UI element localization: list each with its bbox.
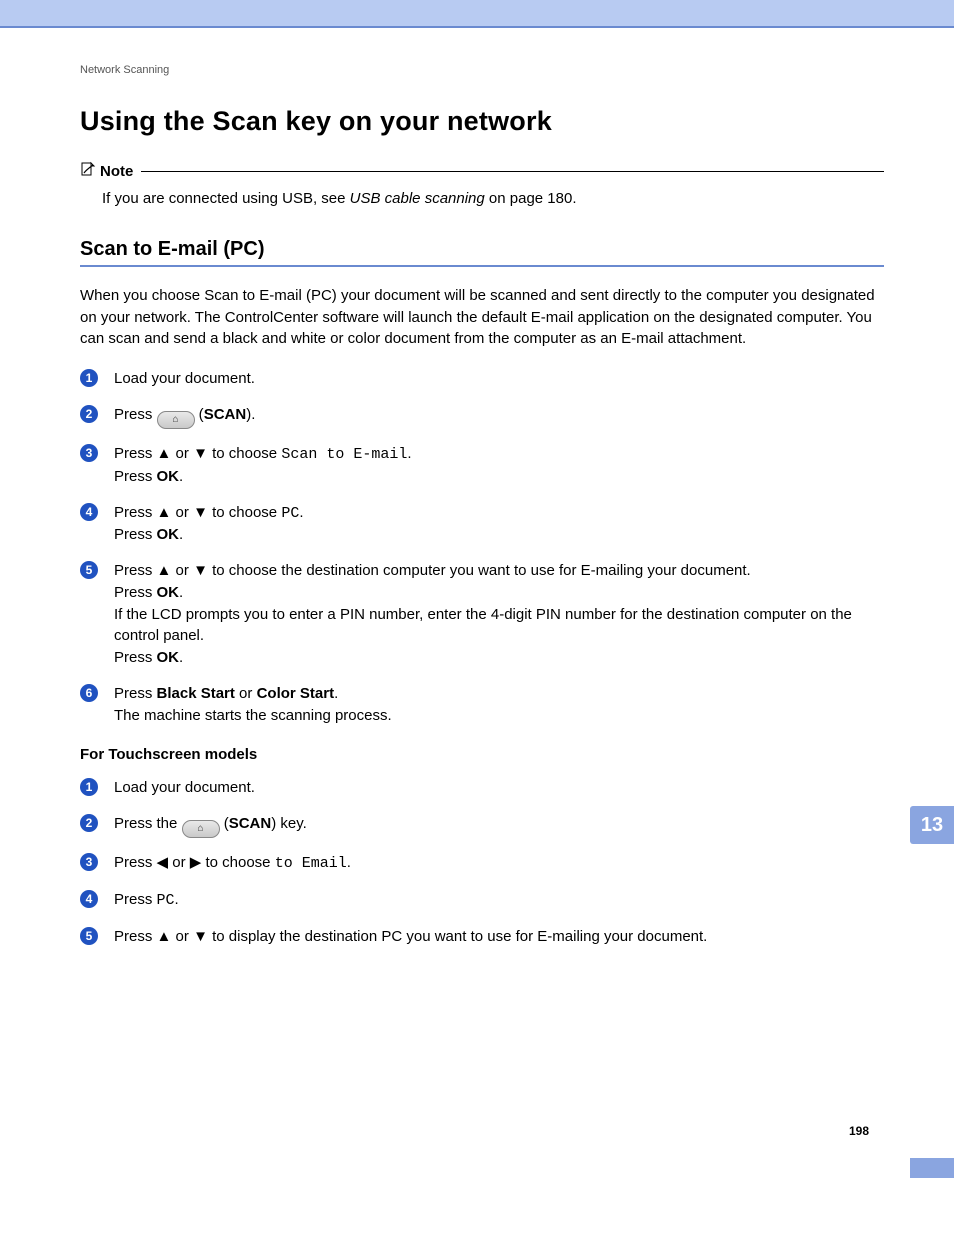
step-3-b: to choose xyxy=(208,445,281,462)
step-3-a: Press xyxy=(114,445,157,462)
tstep-3-c: . xyxy=(347,854,351,871)
step-3-l2b: . xyxy=(179,468,183,485)
tstep-3-or: or xyxy=(168,854,190,871)
step-1-text: Load your document. xyxy=(114,370,255,387)
step-5-ok: OK xyxy=(157,584,180,601)
step-5-or: or xyxy=(171,562,193,579)
step-1: Load your document. xyxy=(80,368,884,390)
step-4-c: . xyxy=(299,504,303,521)
tstep-1: Load your document. xyxy=(80,777,884,799)
step-2-b: ( xyxy=(195,406,204,423)
note-label: Note xyxy=(100,163,133,180)
step-3-or: or xyxy=(171,445,193,462)
left-arrow-icon: ◀ xyxy=(157,854,169,871)
down-arrow-icon: ▼ xyxy=(193,562,208,579)
up-arrow-icon: ▲ xyxy=(157,562,172,579)
up-arrow-icon: ▲ xyxy=(157,504,172,521)
step-6-color: Color Start xyxy=(257,685,335,702)
section-title: Scan to E-mail (PC) xyxy=(80,238,884,261)
step-4-mono: PC xyxy=(281,505,299,522)
tstep-2-a: Press the xyxy=(114,815,182,832)
tstep-3-mono: to Email xyxy=(275,855,347,872)
page-content: Network Scanning Using the Scan key on y… xyxy=(0,28,954,1178)
section-rule xyxy=(80,265,884,267)
up-arrow-icon: ▲ xyxy=(157,445,172,462)
step-3-l2a: Press xyxy=(114,468,157,485)
step-5-l2a: Press xyxy=(114,584,157,601)
step-5-l3: If the LCD prompts you to enter a PIN nu… xyxy=(114,606,852,645)
step-6-l2: The machine starts the scanning process. xyxy=(114,707,392,724)
step-4-l2a: Press xyxy=(114,526,157,543)
tstep-4-a: Press xyxy=(114,891,157,908)
step-5-ok2: OK xyxy=(157,649,180,666)
step-4: Press ▲ or ▼ to choose PC. Press OK. xyxy=(80,502,884,547)
step-4-a: Press xyxy=(114,504,157,521)
steps-list: Load your document. Press ⌂ (SCAN). Pres… xyxy=(80,368,884,726)
note-rule xyxy=(141,171,884,172)
step-5-l4b: . xyxy=(179,649,183,666)
tstep-2-scan: SCAN xyxy=(229,815,272,832)
step-5-l4a: Press xyxy=(114,649,157,666)
step-5-b: to choose the destination computer you w… xyxy=(208,562,751,579)
tstep-4-mono: PC xyxy=(157,892,175,909)
step-4-or: or xyxy=(171,504,193,521)
tstep-4: Press PC. xyxy=(80,889,884,912)
note-xref[interactable]: USB cable scanning xyxy=(350,190,485,207)
tstep-5: Press ▲ or ▼ to display the destination … xyxy=(80,926,884,948)
step-6-black: Black Start xyxy=(157,685,235,702)
step-2-a: Press xyxy=(114,406,157,423)
step-2-d: ). xyxy=(246,406,255,423)
step-6-a: Press xyxy=(114,685,157,702)
step-3-c: . xyxy=(407,445,411,462)
touchscreen-steps-list: Load your document. Press the ⌂ (SCAN) k… xyxy=(80,777,884,947)
step-5: Press ▲ or ▼ to choose the destination c… xyxy=(80,560,884,669)
scan-button-icon: ⌂ xyxy=(157,411,195,429)
right-arrow-icon: ▶ xyxy=(190,854,202,871)
chapter-tab: 13 xyxy=(910,806,954,844)
tstep-5-b: to display the destination PC you want t… xyxy=(208,928,707,945)
step-6-c: . xyxy=(334,685,338,702)
down-arrow-icon: ▼ xyxy=(193,445,208,462)
tstep-3-b: to choose xyxy=(201,854,274,871)
running-header: Network Scanning xyxy=(80,28,884,106)
tstep-1-text: Load your document. xyxy=(114,779,255,796)
step-4-b: to choose xyxy=(208,504,281,521)
note-head: Note xyxy=(80,161,884,182)
down-arrow-icon: ▼ xyxy=(193,928,208,945)
note-icon xyxy=(80,161,96,182)
step-2: Press ⌂ (SCAN). xyxy=(80,404,884,429)
step-6: Press Black Start or Color Start. The ma… xyxy=(80,683,884,727)
tstep-4-b: . xyxy=(175,891,179,908)
tstep-3: Press ◀ or ▶ to choose to Email. xyxy=(80,852,884,875)
note-block: Note If you are connected using USB, see… xyxy=(80,161,884,210)
page-title: Using the Scan key on your network xyxy=(80,106,884,137)
note-text-prefix: If you are connected using USB, see xyxy=(102,190,350,207)
tstep-3-a: Press xyxy=(114,854,157,871)
tstep-2: Press the ⌂ (SCAN) key. xyxy=(80,813,884,838)
step-4-l2b: . xyxy=(179,526,183,543)
step-6-or: or xyxy=(235,685,257,702)
step-5-a: Press xyxy=(114,562,157,579)
tstep-5-a: Press xyxy=(114,928,157,945)
down-arrow-icon: ▼ xyxy=(193,504,208,521)
step-3-ok: OK xyxy=(157,468,180,485)
intro-paragraph: When you choose Scan to E-mail (PC) your… xyxy=(80,285,884,350)
tstep-2-b: ( xyxy=(220,815,229,832)
step-3: Press ▲ or ▼ to choose Scan to E-mail. P… xyxy=(80,443,884,488)
step-3-mono: Scan to E-mail xyxy=(281,446,407,463)
tstep-5-or: or xyxy=(171,928,193,945)
scan-button-icon: ⌂ xyxy=(182,820,220,838)
up-arrow-icon: ▲ xyxy=(157,928,172,945)
step-5-l2b: . xyxy=(179,584,183,601)
tstep-2-d: ) key. xyxy=(271,815,307,832)
note-body: If you are connected using USB, see USB … xyxy=(80,182,884,210)
step-4-ok: OK xyxy=(157,526,180,543)
step-2-scan: SCAN xyxy=(204,406,247,423)
page-number: 198 xyxy=(849,1124,869,1138)
bottom-corner-tab xyxy=(910,1158,954,1178)
top-band xyxy=(0,0,954,28)
touchscreen-subhead: For Touchscreen models xyxy=(80,746,884,763)
note-text-suffix: on page 180. xyxy=(485,190,577,207)
